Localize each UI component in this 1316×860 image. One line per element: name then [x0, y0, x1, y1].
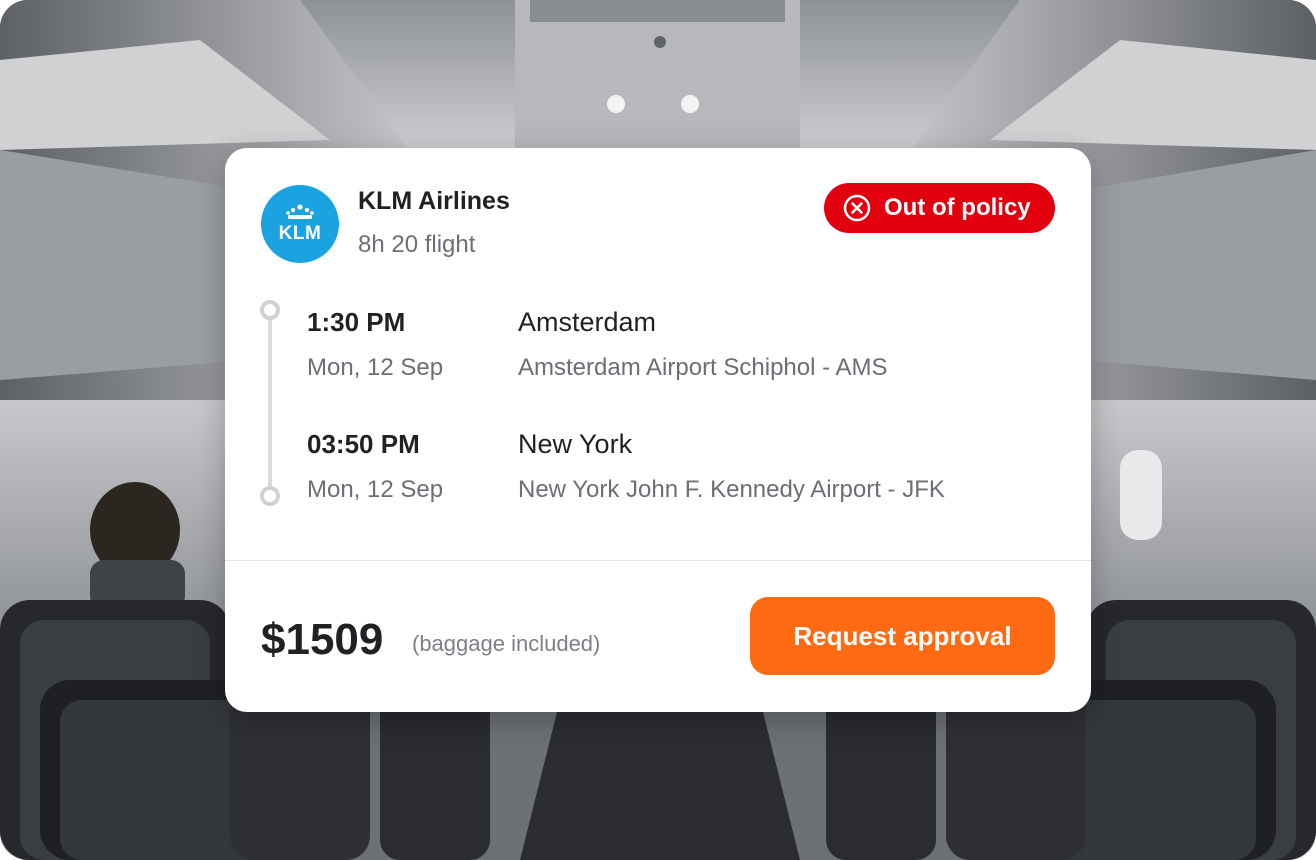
price-note: (baggage included) [412, 631, 601, 656]
airline-name: KLM Airlines [358, 187, 510, 215]
departure-airport: Amsterdam Airport Schiphol - AMS [518, 354, 888, 381]
arrival-city: New York [518, 429, 633, 459]
price: $1509 [261, 615, 384, 664]
departure-city: Amsterdam [518, 307, 657, 337]
request-approval-button[interactable]: Request approval [750, 597, 1055, 675]
flight-duration: 8h 20 flight [358, 231, 476, 258]
departure-time: 1:30 PM [307, 307, 406, 337]
departure-date: Mon, 12 Sep [307, 354, 444, 381]
flight-card[interactable]: KLM KLM Airlines 8h 20 flight Out of pol… [225, 148, 1091, 712]
logo-text: KLM [278, 223, 322, 244]
klm-logo: KLM [261, 185, 339, 263]
timeline-dot-arrival [260, 486, 280, 506]
close-circle-icon [843, 194, 871, 222]
timeline-line [268, 310, 272, 496]
app-scene: KLM KLM Airlines 8h 20 flight Out of pol… [0, 0, 1316, 860]
card-divider [225, 560, 1091, 561]
policy-status-badge: Out of policy [824, 183, 1055, 233]
arrival-airport: New York John F. Kennedy Airport - JFK [518, 476, 945, 503]
arrival-time: 03:50 PM [307, 429, 420, 459]
arrival-date: Mon, 12 Sep [307, 476, 444, 503]
timeline-dot-departure [260, 300, 280, 320]
policy-status-label: Out of policy [884, 194, 1031, 221]
